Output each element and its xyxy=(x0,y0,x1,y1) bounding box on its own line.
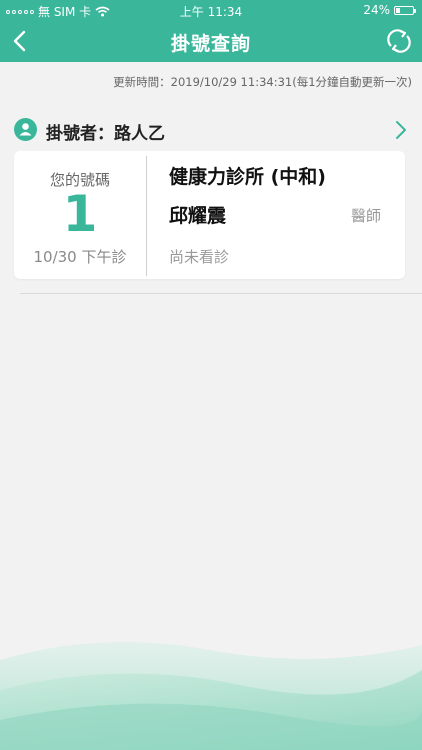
header-bar: 無 SIM 卡 上午 11:34 24% 掛號查詢 xyxy=(0,0,422,62)
doctor-title: 醫師 xyxy=(350,207,381,225)
card-divider xyxy=(146,156,147,276)
updated-time-text: 更新時間：2019/10/29 11:34:31(每1分鐘自動更新一次) xyxy=(113,75,412,89)
chevron-right-icon[interactable] xyxy=(394,120,408,140)
registrant-row[interactable]: 掛號者：路人乙 xyxy=(14,117,408,144)
appointment-card[interactable]: 您的號碼 1 10/30 下午診 健康力診所 (中和) 邱耀震 醫師 尚未看診 xyxy=(14,151,405,279)
clinic-name: 健康力診所 (中和) xyxy=(169,166,326,188)
wave-decoration xyxy=(0,642,422,750)
nav-bar: 掛號查詢 xyxy=(0,20,422,62)
registrant-label: 掛號者：路人乙 xyxy=(46,124,165,144)
status-time: 上午 11:34 xyxy=(179,5,243,19)
battery-percent: 24% xyxy=(363,3,390,17)
status-bar: 無 SIM 卡 上午 11:34 24% xyxy=(0,0,422,20)
person-icon xyxy=(14,118,37,141)
queue-number: 1 xyxy=(62,185,98,243)
page-title: 掛號查詢 xyxy=(170,33,251,55)
session-text: 10/30 下午診 xyxy=(33,248,127,266)
doctor-name: 邱耀震 xyxy=(169,205,227,227)
divider xyxy=(20,293,422,294)
refresh-button[interactable] xyxy=(384,26,414,56)
battery-icon xyxy=(394,5,416,15)
visit-status: 尚未看診 xyxy=(169,248,230,266)
